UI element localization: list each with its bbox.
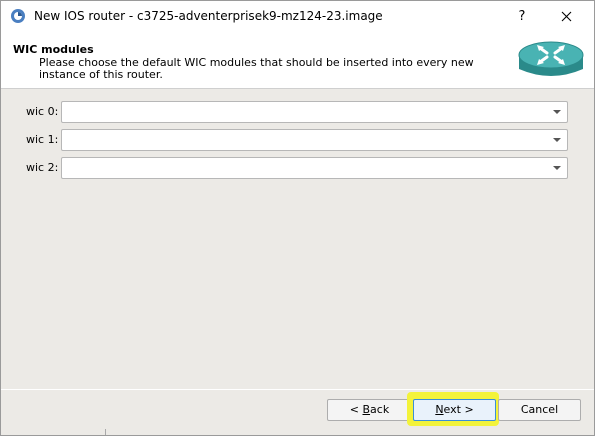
- close-button[interactable]: [550, 3, 584, 30]
- cancel-button[interactable]: Cancel: [498, 399, 581, 421]
- back-prefix: <: [349, 403, 363, 416]
- wic-1-label: wic 1:: [26, 133, 59, 146]
- wic-2-row: wic 2:: [1, 157, 594, 179]
- next-button[interactable]: Next >: [413, 399, 496, 421]
- back-button[interactable]: < Back: [327, 399, 412, 421]
- wizard-header: WIC modules Please choose the default WI…: [1, 32, 594, 89]
- wizard-content: wic 0: wic 1: wic 2: < Back Next > Cance…: [1, 89, 594, 435]
- chevron-down-icon: [553, 166, 561, 170]
- wic-1-row: wic 1:: [1, 129, 594, 151]
- help-button[interactable]: ?: [507, 3, 537, 30]
- wic-0-row: wic 0:: [1, 101, 594, 123]
- button-separator: [1, 389, 594, 390]
- chevron-down-icon: [553, 138, 561, 142]
- wic-0-select[interactable]: [61, 101, 568, 123]
- wic-0-label: wic 0:: [26, 105, 59, 118]
- page-title: WIC modules: [13, 43, 94, 56]
- background-edge: [105, 429, 106, 435]
- next-mnemonic: N: [435, 403, 444, 416]
- close-icon: [561, 11, 572, 22]
- chevron-down-icon: [553, 110, 561, 114]
- title-bar[interactable]: New IOS router - c3725-adventerprisek9-m…: [1, 1, 594, 32]
- window-title: New IOS router - c3725-adventerprisek9-m…: [34, 9, 383, 23]
- wic-2-select[interactable]: [61, 157, 568, 179]
- next-label: ext >: [443, 403, 474, 416]
- back-mnemonic: B: [362, 403, 371, 416]
- router-icon: [518, 41, 584, 76]
- back-label: ack: [370, 403, 390, 416]
- gns3-app-icon: [11, 9, 25, 23]
- wic-2-label: wic 2:: [26, 161, 59, 174]
- wic-1-select[interactable]: [61, 129, 568, 151]
- dialog-window: New IOS router - c3725-adventerprisek9-m…: [0, 0, 595, 436]
- page-subtitle: Please choose the default WIC modules th…: [39, 56, 474, 81]
